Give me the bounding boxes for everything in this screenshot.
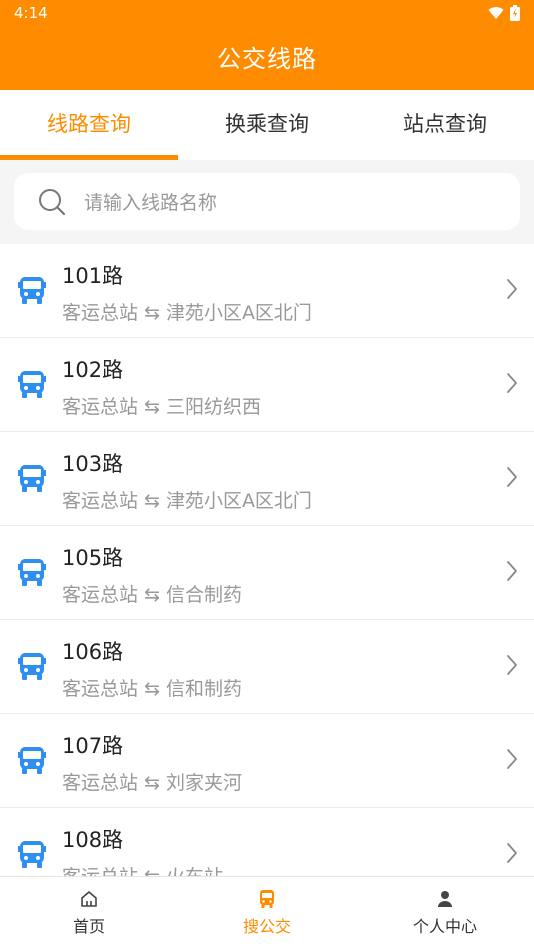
swap-arrows-icon: ⇆ — [144, 584, 160, 606]
search-box[interactable] — [14, 173, 520, 230]
status-icons — [488, 5, 520, 21]
swap-arrows-icon: ⇆ — [144, 490, 160, 512]
swap-arrows-icon: ⇆ — [144, 396, 160, 418]
nav-home-label: 首页 — [72, 917, 105, 936]
person-icon — [438, 891, 452, 907]
route-name: 108路 — [62, 828, 124, 852]
route-name: 107路 — [62, 734, 124, 758]
wifi-icon — [488, 7, 504, 20]
route-from: 客运总站 — [62, 866, 138, 876]
nav-home[interactable]: 首页 — [0, 877, 178, 951]
route-name: 105路 — [62, 546, 124, 570]
bus-icon — [18, 465, 46, 492]
tab-transfer-query[interactable]: 换乘查询 — [178, 90, 356, 160]
chevron-right-icon — [507, 655, 517, 675]
bus-icon — [18, 559, 46, 586]
route-list-item[interactable]: 101路客运总站 ⇆ 津苑小区A区北门 — [0, 244, 534, 338]
bus-icon — [18, 371, 46, 398]
route-from: 客运总站 — [62, 584, 139, 606]
route-name: 106路 — [62, 640, 124, 664]
swap-arrows-icon: ⇆ — [144, 302, 160, 324]
route-endpoints: 客运总站 ⇆ 津苑小区A区北门 — [62, 298, 312, 325]
chevron-right-icon — [507, 279, 517, 299]
route-to: 津苑小区A区北门 — [165, 302, 312, 324]
chevron-right-icon — [507, 467, 517, 487]
search-section — [0, 160, 534, 244]
home-icon — [81, 891, 97, 907]
nav-profile[interactable]: 个人中心 — [356, 877, 534, 951]
route-list-item[interactable]: 107路客运总站 ⇆ 刘家夹河 — [0, 714, 534, 808]
search-icon — [39, 189, 66, 216]
status-bar: 4:14 — [0, 0, 534, 28]
swap-arrows-icon: ⇆ — [144, 866, 160, 876]
route-endpoints: 客运总站 ⇆ 三阳纺织西 — [62, 392, 261, 419]
route-list-item[interactable]: 102路客运总站 ⇆ 三阳纺织西 — [0, 338, 534, 432]
route-list: 101路 客运总站 ⇆ 津苑小区A区北门 102路 客运总站 ⇆ 三阳纺织西 103路 客运总站 ⇆… — [0, 244, 534, 876]
route-to: 刘家夹河 — [165, 772, 242, 794]
swap-arrows-icon: ⇆ — [144, 678, 160, 700]
search-input[interactable] — [82, 185, 486, 221]
nav-search-bus[interactable]: 搜公交 — [178, 877, 356, 951]
route-endpoints: 客运总站 ⇆ 信和制药 — [62, 674, 242, 701]
battery-icon — [510, 5, 520, 21]
app-header: 公交线路 — [0, 28, 534, 90]
swap-arrows-icon: ⇆ — [144, 772, 160, 794]
bus-icon — [18, 841, 46, 868]
route-name: 102路 — [62, 358, 124, 382]
route-from: 客运总站 — [62, 490, 139, 512]
route-endpoints: 客运总站 ⇆ 刘家夹河 — [62, 768, 242, 795]
route-from: 客运总站 — [62, 302, 139, 324]
route-from: 客运总站 — [62, 678, 139, 700]
bus-icon — [18, 277, 46, 304]
status-time: 4:14 — [14, 4, 48, 22]
route-to: 信和制药 — [165, 678, 242, 700]
route-to: 三阳纺织西 — [165, 396, 261, 418]
chevron-right-icon — [507, 373, 517, 393]
route-list-item[interactable]: 103路客运总站 ⇆ 津苑小区A区北门 — [0, 432, 534, 526]
bus-icon — [18, 653, 46, 680]
route-to: 火车站 — [166, 866, 223, 876]
chevron-right-icon — [507, 749, 517, 769]
nav-search-bus-label: 搜公交 — [242, 917, 291, 936]
bus-icon — [18, 747, 46, 774]
route-to: 津苑小区A区北门 — [165, 490, 312, 512]
route-list-item[interactable]: 106路客运总站 ⇆ 信和制药 — [0, 620, 534, 714]
route-from: 客运总站 — [62, 772, 139, 794]
tab-route-query[interactable]: 线路查询 — [0, 90, 178, 160]
bottom-nav: 首页 搜公交 个人中心 — [0, 876, 534, 951]
bus-icon — [260, 890, 274, 908]
route-to: 信合制药 — [165, 584, 242, 606]
tab-stop-query[interactable]: 站点查询 — [356, 90, 534, 160]
route-list-item[interactable]: 108路客运总站 ⇆ 火车站 — [0, 808, 534, 876]
chevron-right-icon — [507, 561, 517, 581]
route-list-item[interactable]: 105路客运总站 ⇆ 信合制药 — [0, 526, 534, 620]
nav-profile-label: 个人中心 — [412, 917, 477, 936]
chevron-right-icon — [507, 843, 517, 863]
route-endpoints: 客运总站 ⇆ 火车站 — [62, 862, 223, 876]
route-from: 客运总站 — [62, 396, 139, 418]
route-endpoints: 客运总站 ⇆ 信合制药 — [62, 580, 242, 607]
page-title: 公交线路 — [217, 45, 317, 73]
route-name: 103路 — [62, 452, 124, 476]
route-endpoints: 客运总站 ⇆ 津苑小区A区北门 — [62, 486, 312, 513]
tab-bar: 线路查询 换乘查询 站点查询 — [0, 90, 534, 160]
route-name: 101路 — [62, 264, 124, 288]
